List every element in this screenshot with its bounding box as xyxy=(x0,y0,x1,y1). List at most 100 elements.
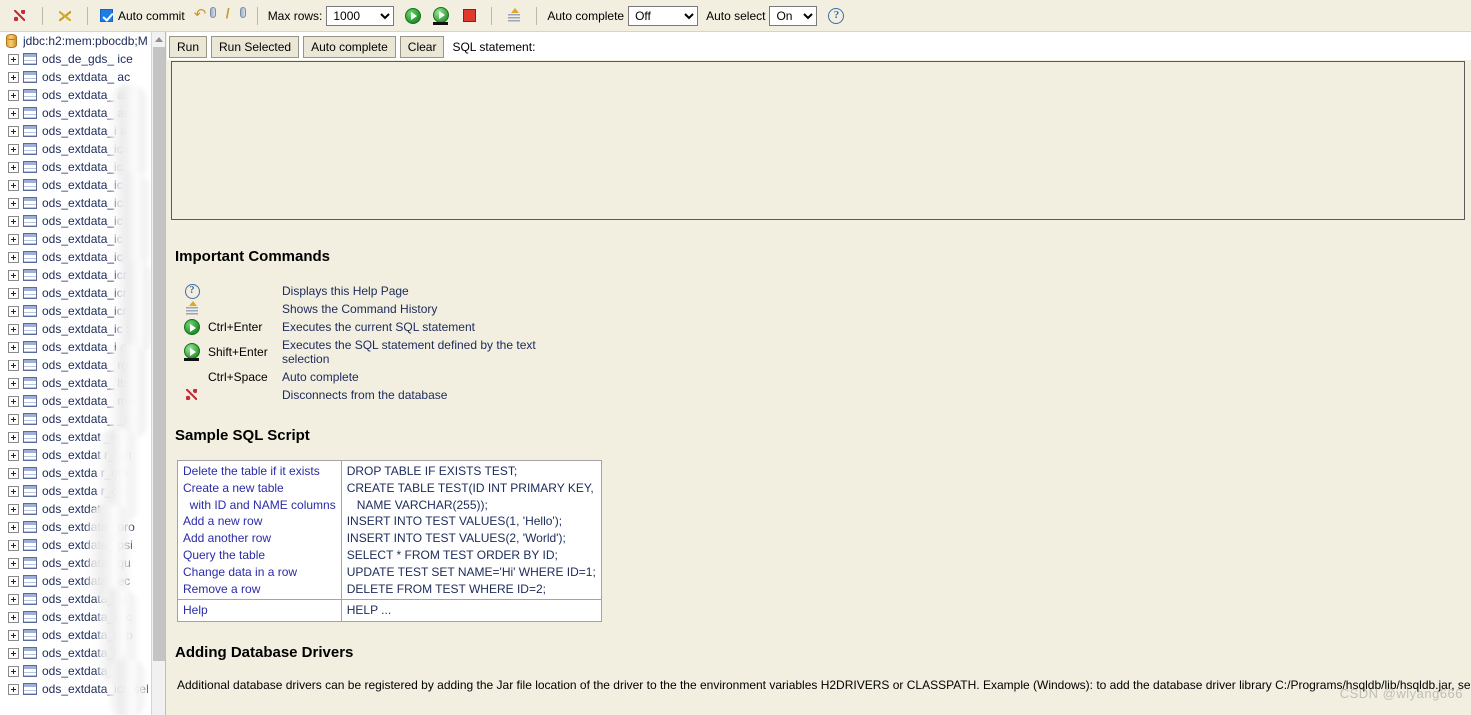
expand-icon[interactable] xyxy=(8,233,19,245)
scrollbar-thumb[interactable] xyxy=(153,47,165,661)
expand-icon[interactable] xyxy=(8,125,19,137)
database-tree-panel[interactable]: jdbc:h2:mem:pbocdb;M ods_de_gds_ ice ods_e… xyxy=(0,32,166,715)
expand-icon[interactable] xyxy=(8,215,19,227)
expand-icon[interactable] xyxy=(8,251,19,263)
expand-icon[interactable] xyxy=(8,395,19,407)
tree-item[interactable]: ods_extdat r_oth xyxy=(0,446,152,464)
run-selected-icon[interactable] xyxy=(430,5,452,27)
expand-icon[interactable] xyxy=(8,467,19,479)
expand-icon[interactable] xyxy=(8,197,19,209)
expand-icon[interactable] xyxy=(8,71,19,83)
expand-icon[interactable] xyxy=(8,557,19,569)
expand-icon[interactable] xyxy=(8,485,19,497)
expand-icon[interactable] xyxy=(8,89,19,101)
expand-icon[interactable] xyxy=(8,611,19,623)
tree-item[interactable]: ods_extdata_ ad xyxy=(0,86,152,104)
scroll-up-arrow-icon[interactable] xyxy=(152,32,165,46)
tree-item[interactable]: ods_extdata_ psi xyxy=(0,536,152,554)
tree-item[interactable]: ods_extdata_i o xyxy=(0,662,152,680)
tree-item[interactable]: ods_extdata_icr xyxy=(0,266,152,284)
tree-item[interactable]: ods_extdata_ic c xyxy=(0,608,152,626)
expand-icon[interactable] xyxy=(8,305,19,317)
sql-statement-textarea[interactable] xyxy=(171,61,1465,220)
connect-icon[interactable] xyxy=(54,5,76,27)
history-icon xyxy=(184,301,200,317)
tree-item[interactable]: ods_extdat _ph xyxy=(0,500,152,518)
tree-item[interactable]: ods_extdata_i o xyxy=(0,590,152,608)
expand-icon[interactable] xyxy=(8,143,19,155)
expand-icon[interactable] xyxy=(8,629,19,641)
tree-item[interactable]: ods_extdata_ic xyxy=(0,176,152,194)
expand-icon[interactable] xyxy=(8,341,19,353)
expand-icon[interactable] xyxy=(8,683,19,695)
expand-icon[interactable] xyxy=(8,449,19,461)
tree-item[interactable]: ods_extdata_ ac xyxy=(0,68,152,86)
tree-item[interactable]: ods_extdata_ic xyxy=(0,194,152,212)
expand-icon[interactable] xyxy=(8,287,19,299)
auto-select-select[interactable]: On xyxy=(769,5,818,26)
expand-icon[interactable] xyxy=(8,53,19,65)
tree-item[interactable]: ods_extdata_icr_sel xyxy=(0,680,152,698)
expand-icon[interactable] xyxy=(8,359,19,371)
tree-item[interactable]: ods_extdata_ qu xyxy=(0,554,152,572)
history-icon[interactable] xyxy=(503,5,525,27)
tree-item[interactable]: ods_extdata_ic xyxy=(0,230,152,248)
tree-item[interactable]: ods_extdata_ ltst xyxy=(0,374,152,392)
tree-item[interactable]: ods_extdata_icr xyxy=(0,302,152,320)
expand-icon[interactable] xyxy=(8,107,19,119)
tree-item[interactable]: ods_extdata_ _no xyxy=(0,410,152,428)
expand-icon[interactable] xyxy=(8,431,19,443)
run-selected-button[interactable]: Run Selected xyxy=(211,36,300,58)
tree-item[interactable]: ods_extdata_icr xyxy=(0,284,152,302)
tree-item[interactable]: ods_extdata_ic / xyxy=(0,140,152,158)
tree-item[interactable]: ods_extdata _pro xyxy=(0,518,152,536)
tree-item[interactable]: ods_extdata_ rg xyxy=(0,356,152,374)
expand-icon[interactable] xyxy=(8,503,19,515)
expand-icon[interactable] xyxy=(8,647,19,659)
tree-item[interactable]: ods_extdata_ic p xyxy=(0,626,152,644)
tree-item[interactable]: ods_de_gds_ ice xyxy=(0,50,152,68)
expand-icon[interactable] xyxy=(8,161,19,173)
expand-icon[interactable] xyxy=(8,413,19,425)
tree-item[interactable]: ods_extdata_ic : xyxy=(0,320,152,338)
tree-item[interactable]: ods_extdata_ ec xyxy=(0,572,152,590)
commit-icon[interactable] xyxy=(192,5,216,27)
tree-scrollbar[interactable] xyxy=(151,32,165,715)
tree-item[interactable]: ods_extdata_ic xyxy=(0,158,152,176)
clear-button[interactable]: Clear xyxy=(399,36,445,58)
tree-item-label: ods_extdata_i o xyxy=(42,592,127,606)
tree-item[interactable]: ods_extdat _no xyxy=(0,428,152,446)
help-icon[interactable]: ? xyxy=(825,5,847,27)
tree-root-node[interactable]: jdbc:h2:mem:pbocdb;M xyxy=(0,32,152,50)
expand-icon[interactable] xyxy=(8,323,19,335)
expand-icon[interactable] xyxy=(8,665,19,677)
auto-commit-checkbox[interactable] xyxy=(100,9,113,22)
tree-item-label: ods_extdata_ ec xyxy=(42,574,131,588)
expand-icon[interactable] xyxy=(8,377,19,389)
expand-icon[interactable] xyxy=(8,269,19,281)
expand-icon[interactable] xyxy=(8,575,19,587)
auto-complete-button[interactable]: Auto complete xyxy=(303,36,396,58)
tree-item[interactable]: ods_extdata_i a xyxy=(0,122,152,140)
tree-item[interactable]: ods_extda r_ov xyxy=(0,482,152,500)
expand-icon[interactable] xyxy=(8,593,19,605)
run-icon[interactable] xyxy=(402,5,424,27)
tree-item[interactable]: ods_extdata_ ad xyxy=(0,104,152,122)
tree-item[interactable]: ods_extdata_ me xyxy=(0,392,152,410)
expand-icon[interactable] xyxy=(8,521,19,533)
auto-complete-select[interactable]: Off xyxy=(628,5,699,26)
run-button[interactable]: Run xyxy=(169,36,208,58)
tree-item[interactable]: ods_extdata_ic xyxy=(0,248,152,266)
tree-item[interactable]: ods_extdata_ic xyxy=(0,212,152,230)
max-rows-select[interactable]: 1000 xyxy=(326,5,395,26)
expand-icon[interactable] xyxy=(8,179,19,191)
tree-item[interactable]: ods_extdata_i s xyxy=(0,644,152,662)
expand-icon[interactable] xyxy=(8,539,19,551)
rollback-icon[interactable] xyxy=(222,5,246,27)
command-description-cell: Executes the SQL statement defined by th… xyxy=(282,338,536,366)
tree-item-label: ods_extdata_i o xyxy=(42,664,127,678)
tree-item[interactable]: ods_extda r_oth xyxy=(0,464,152,482)
disconnect-icon[interactable] xyxy=(9,5,31,27)
tree-item[interactable]: ods_extdata_i a xyxy=(0,338,152,356)
stop-icon[interactable] xyxy=(458,5,480,27)
